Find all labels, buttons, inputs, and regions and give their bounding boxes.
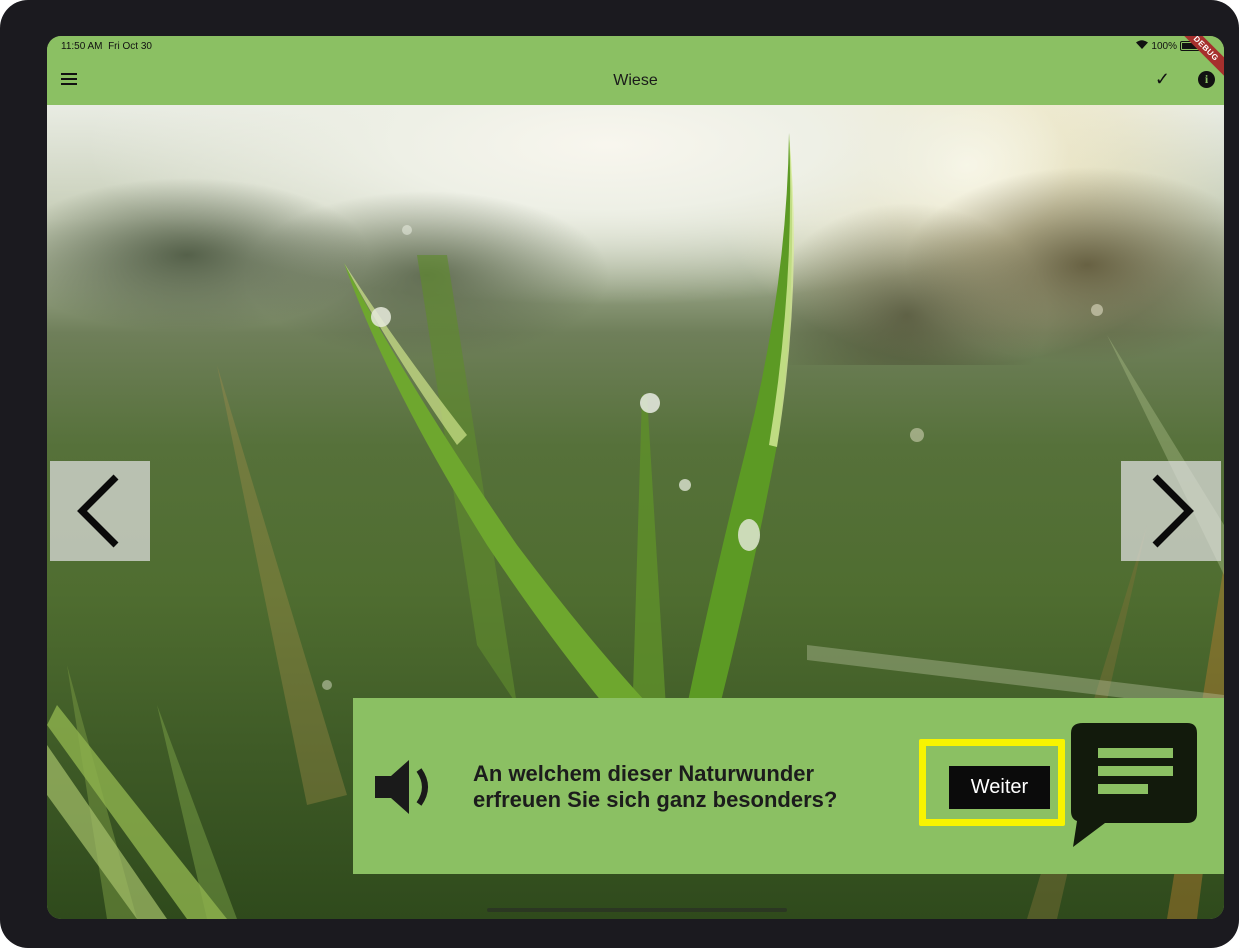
app-screen: 11:50 AM Fri Oct 30 100% DEBUG Wiese ✓ i bbox=[47, 36, 1224, 919]
wifi-icon bbox=[1136, 40, 1149, 52]
speaker-icon[interactable] bbox=[373, 756, 439, 818]
app-bar: 11:50 AM Fri Oct 30 100% DEBUG Wiese ✓ i bbox=[47, 36, 1224, 105]
question-text: An welchem dieser Naturwunder erfreuen S… bbox=[473, 761, 893, 813]
status-date: Fri Oct 30 bbox=[108, 41, 152, 52]
question-line-2: erfreuen Sie sich ganz besonders? bbox=[473, 787, 838, 812]
question-line-1: An welchem dieser Naturwunder bbox=[473, 761, 815, 786]
chevron-right-icon bbox=[1152, 474, 1194, 548]
home-indicator bbox=[487, 908, 787, 912]
status-time: 11:50 AM Fri Oct 30 bbox=[61, 41, 152, 52]
next-button[interactable] bbox=[1121, 461, 1221, 561]
status-clock: 11:50 AM bbox=[61, 41, 103, 52]
page-title: Wiese bbox=[613, 72, 658, 89]
tablet-frame: 11:50 AM Fri Oct 30 100% DEBUG Wiese ✓ i bbox=[0, 0, 1239, 948]
question-panel: An welchem dieser Naturwunder erfreuen S… bbox=[353, 698, 1224, 874]
battery-percent: 100% bbox=[1151, 40, 1177, 52]
speech-bubble-icon[interactable] bbox=[1071, 723, 1201, 851]
weiter-button[interactable]: Weiter bbox=[949, 766, 1050, 809]
checkmark-icon[interactable]: ✓ bbox=[1155, 69, 1170, 90]
chevron-left-icon bbox=[77, 474, 119, 548]
previous-button[interactable] bbox=[50, 461, 150, 561]
info-icon[interactable]: i bbox=[1198, 71, 1215, 88]
